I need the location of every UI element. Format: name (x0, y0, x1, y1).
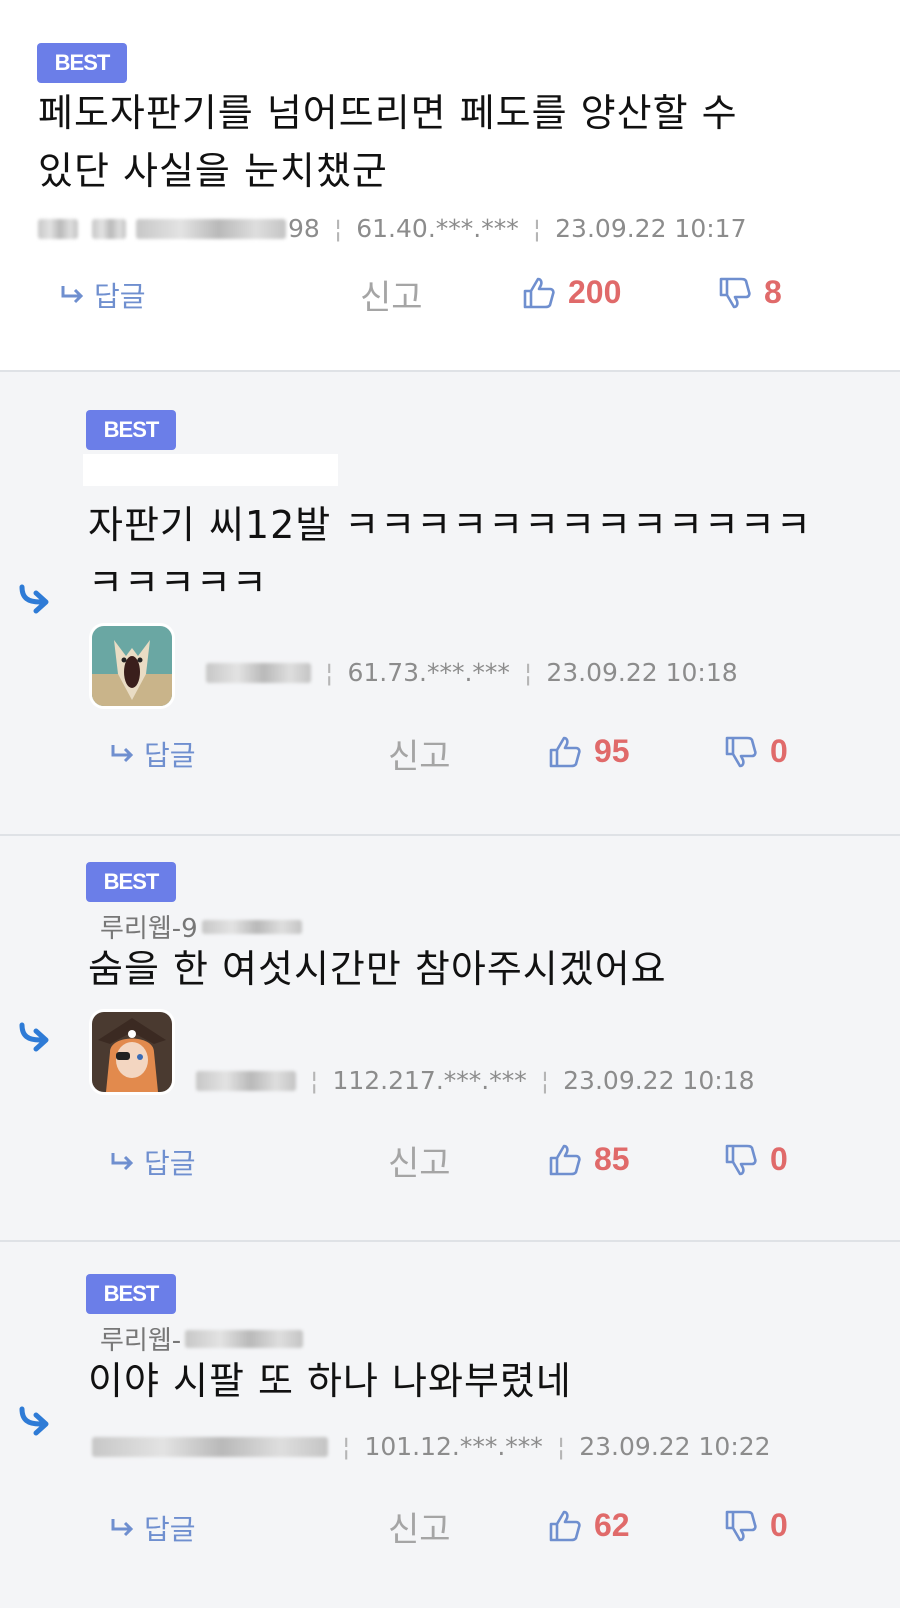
thumbs-up-icon (549, 736, 581, 767)
reply-arrow-icon (111, 745, 134, 763)
reply-indent-arrow-icon (19, 1406, 49, 1436)
comment-item: BEST 자판기 씨12발 ㅋㅋㅋㅋㅋㅋㅋㅋㅋㅋㅋㅋㅋ ㅋㅋㅋㅋㅋ ¦ 61.7… (0, 372, 900, 836)
upvote-button[interactable]: 95 (548, 733, 630, 770)
comment-item: BEST 페도자판기를 넘어뜨리면 페도를 양산할 수 있단 사실을 눈치챘군 … (0, 0, 900, 372)
downvote-button[interactable]: 0 (724, 1507, 788, 1544)
meta-separator: ¦ (556, 1432, 566, 1461)
thumbs-up-icon (549, 1510, 581, 1541)
avatar-image (92, 626, 172, 706)
avatar[interactable] (92, 626, 172, 706)
blurred-author-name (201, 919, 302, 934)
thumbs-up-icon (523, 277, 555, 308)
comment-body-line: 숨을 한 여섯시간만 참아주시겠어요 (88, 947, 667, 991)
upvote-count: 95 (594, 733, 630, 769)
author-name-tail: 98 (288, 214, 320, 243)
blurred-author-name (206, 662, 311, 683)
comment-body-line: 있단 사실을 눈치챘군 (38, 149, 388, 193)
comment-body-line: 자판기 씨12발 ㅋㅋㅋㅋㅋㅋㅋㅋㅋㅋㅋㅋㅋ (88, 503, 812, 547)
downvote-button[interactable]: 8 (718, 274, 782, 311)
comment-datetime: 23.09.22 10:22 (579, 1432, 771, 1461)
reply-label: 답글 (144, 1513, 196, 1546)
comment-body: 자판기 씨12발 ㅋㅋㅋㅋㅋㅋㅋㅋㅋㅋㅋㅋㅋ ㅋㅋㅋㅋㅋ (88, 496, 868, 612)
ip-address: 101.12.***.*** (364, 1432, 543, 1461)
thumbs-down-icon (719, 277, 751, 308)
meta-separator: ¦ (523, 658, 533, 687)
author-name-redacted (83, 454, 338, 486)
comment-body-line: 페도자판기를 넘어뜨리면 페도를 양산할 수 (38, 91, 738, 135)
meta-separator: ¦ (532, 214, 542, 243)
reply-button[interactable]: 답글 (110, 1508, 196, 1548)
downvote-button[interactable]: 0 (724, 733, 788, 770)
meta-separator: ¦ (310, 1066, 319, 1095)
thumbs-down-icon (725, 1144, 757, 1175)
reply-button[interactable]: 답글 (110, 1142, 196, 1182)
reply-button[interactable]: 답글 (110, 734, 196, 774)
best-badge: BEST (86, 410, 176, 450)
meta-separator: ¦ (342, 1432, 351, 1461)
ip-address: 112.217.***.*** (332, 1066, 527, 1095)
reply-indent-arrow-icon (19, 584, 49, 614)
comment-datetime: 23.09.22 10:18 (563, 1066, 755, 1095)
upvote-count: 200 (568, 274, 622, 310)
reply-label: 답글 (94, 280, 146, 313)
best-badge: BEST (86, 862, 176, 902)
upvote-count: 62 (594, 1507, 630, 1543)
best-badge: BEST (86, 1274, 176, 1314)
best-badge: BEST (37, 43, 127, 83)
comment-datetime: 23.09.22 10:17 (555, 214, 747, 243)
reply-label: 답글 (144, 1147, 196, 1180)
comment-item: BEST 루리웹-9 숨을 한 여섯시간만 참아주시겠어요 ¦ 112.217.… (0, 836, 900, 1242)
blurred-author-name (92, 218, 126, 239)
blurred-author-name (38, 218, 78, 239)
meta-separator: ¦ (325, 658, 334, 687)
reply-indent-arrow-icon (19, 1022, 49, 1052)
blurred-author-name (92, 1436, 328, 1457)
downvote-count: 0 (770, 1507, 788, 1543)
thumbs-down-icon (725, 736, 757, 767)
thumbs-down-icon (725, 1510, 757, 1541)
downvote-count: 8 (764, 274, 782, 310)
thumbs-up-icon (549, 1144, 581, 1175)
comment-body-line: ㅋㅋㅋㅋㅋ (88, 561, 268, 605)
avatar[interactable] (92, 1012, 172, 1092)
comment-body: 숨을 한 여섯시간만 참아주시겠어요 (88, 940, 868, 998)
upvote-button[interactable]: 62 (548, 1507, 630, 1544)
comment-datetime: 23.09.22 10:18 (546, 658, 738, 687)
reply-button[interactable]: 답글 (60, 275, 146, 315)
blurred-author-name (136, 218, 286, 239)
reply-arrow-icon (111, 1519, 134, 1537)
comment-body: 이야 시팔 또 하나 나와부렸네 (88, 1352, 868, 1410)
comment-body: 페도자판기를 넘어뜨리면 페도를 양산할 수 있단 사실을 눈치챘군 (38, 84, 858, 200)
comment-meta: ¦ 101.12.***.*** ¦ 23.09.22 10:22 (92, 1432, 771, 1461)
meta-separator: ¦ (333, 214, 343, 243)
reply-arrow-icon (61, 286, 84, 304)
comment-meta: ¦ 112.217.***.*** ¦ 23.09.22 10:18 (196, 1066, 754, 1095)
downvote-count: 0 (770, 1141, 788, 1177)
comment-item: BEST 루리웹- 이야 시팔 또 하나 나와부렸네 ¦ 101.12.***.… (0, 1242, 900, 1608)
upvote-count: 85 (594, 1141, 630, 1177)
downvote-count: 0 (770, 733, 788, 769)
report-button[interactable]: 신고 (388, 729, 451, 778)
avatar-image (92, 1012, 172, 1092)
report-button[interactable]: 신고 (388, 1502, 451, 1551)
comment-meta: 98 ¦ 61.40.***.*** ¦ 23.09.22 10:17 (38, 214, 746, 243)
ip-address: 61.73.***.*** (347, 658, 510, 687)
report-button[interactable]: 신고 (388, 1136, 451, 1185)
upvote-button[interactable]: 85 (548, 1141, 630, 1178)
reply-arrow-icon (111, 1153, 134, 1171)
downvote-button[interactable]: 0 (724, 1141, 788, 1178)
blurred-author-name (196, 1070, 296, 1091)
meta-separator: ¦ (540, 1066, 550, 1095)
blurred-author-name (185, 1329, 304, 1348)
ip-address: 61.40.***.*** (356, 214, 519, 243)
upvote-button[interactable]: 200 (522, 274, 621, 311)
comment-meta: ¦ 61.73.***.*** ¦ 23.09.22 10:18 (206, 658, 738, 687)
reply-label: 답글 (144, 739, 196, 772)
report-button[interactable]: 신고 (360, 270, 423, 319)
comment-body-line: 이야 시팔 또 하나 나와부렸네 (88, 1359, 572, 1403)
